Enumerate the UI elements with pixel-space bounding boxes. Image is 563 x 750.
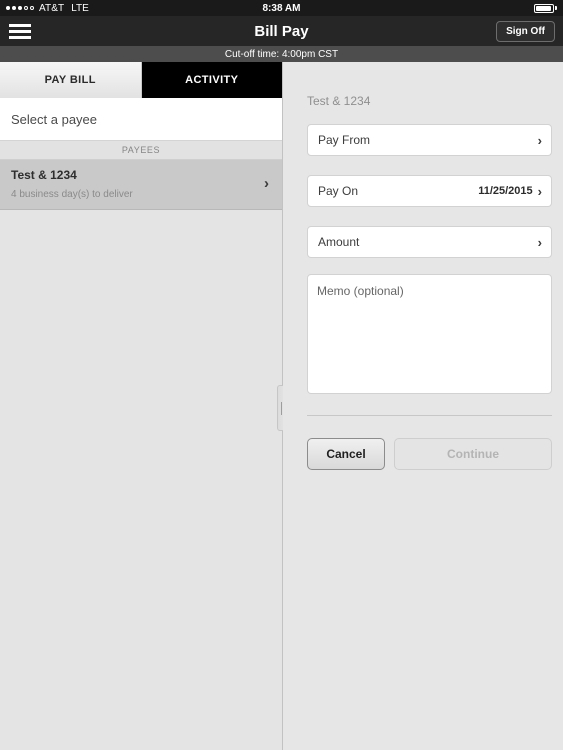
cancel-button[interactable]: Cancel	[307, 438, 385, 470]
payee-list-item[interactable]: Test & 1234 4 business day(s) to deliver…	[0, 160, 282, 210]
payee-delivery-note: 4 business day(s) to deliver	[11, 189, 133, 200]
tab-activity[interactable]: ACTIVITY	[141, 62, 282, 98]
sign-off-button[interactable]: Sign Off	[496, 20, 555, 42]
menu-bar-1	[9, 23, 31, 27]
menu-bar-2	[9, 29, 31, 33]
select-payee-label: Select a payee	[11, 111, 98, 127]
payee-name: Test & 1234	[11, 168, 77, 182]
memo-placeholder: Memo (optional)	[317, 284, 404, 298]
amount-label: Amount	[318, 235, 360, 249]
chevron-right-icon: ›	[537, 234, 542, 250]
select-payee-bar[interactable]: Select a payee	[0, 98, 282, 141]
tab-bar: PAY BILL ACTIVITY	[0, 62, 282, 98]
battery-body	[534, 3, 554, 13]
battery-fill	[536, 5, 551, 11]
bill-pay-detail-panel: Test & 1234 Pay From › Pay On 11/25/2015…	[283, 62, 563, 750]
memo-input[interactable]: Memo (optional)	[307, 274, 552, 394]
chevron-right-icon: ›	[537, 132, 542, 148]
status-bar-clock: 8:38 AM	[262, 2, 301, 14]
status-bar: AT&T LTE 8:38 AM	[0, 0, 563, 16]
hamburger-menu-icon[interactable]	[0, 16, 40, 46]
chevron-right-icon: ›	[264, 175, 269, 192]
pay-on-field[interactable]: Pay On 11/25/2015 ›	[307, 175, 552, 207]
pay-on-label: Pay On	[318, 184, 359, 198]
navigation-bar: Bill Pay Sign Off	[0, 16, 563, 46]
pay-on-value: 11/25/2015	[478, 185, 533, 197]
cutoff-time-banner: Cut-off time: 4:00pm CST	[0, 46, 563, 62]
tab-pay-bill[interactable]: PAY BILL	[0, 62, 142, 98]
menu-bar-3	[9, 35, 31, 39]
battery-cap	[555, 6, 557, 10]
grip-line-1	[281, 401, 282, 415]
payee-master-panel: PAY BILL ACTIVITY Select a payee PAYEES …	[0, 62, 282, 750]
form-divider	[307, 415, 552, 416]
battery-icon	[534, 3, 557, 13]
page-title: Bill Pay	[254, 22, 309, 40]
pay-from-field[interactable]: Pay From ›	[307, 124, 552, 156]
detail-payee-title: Test & 1234	[307, 94, 371, 108]
continue-button[interactable]: Continue	[394, 438, 552, 470]
payees-section-header: PAYEES	[0, 141, 282, 160]
amount-field[interactable]: Amount ›	[307, 226, 552, 258]
chevron-right-icon: ›	[537, 183, 542, 199]
pay-from-label: Pay From	[318, 133, 371, 147]
